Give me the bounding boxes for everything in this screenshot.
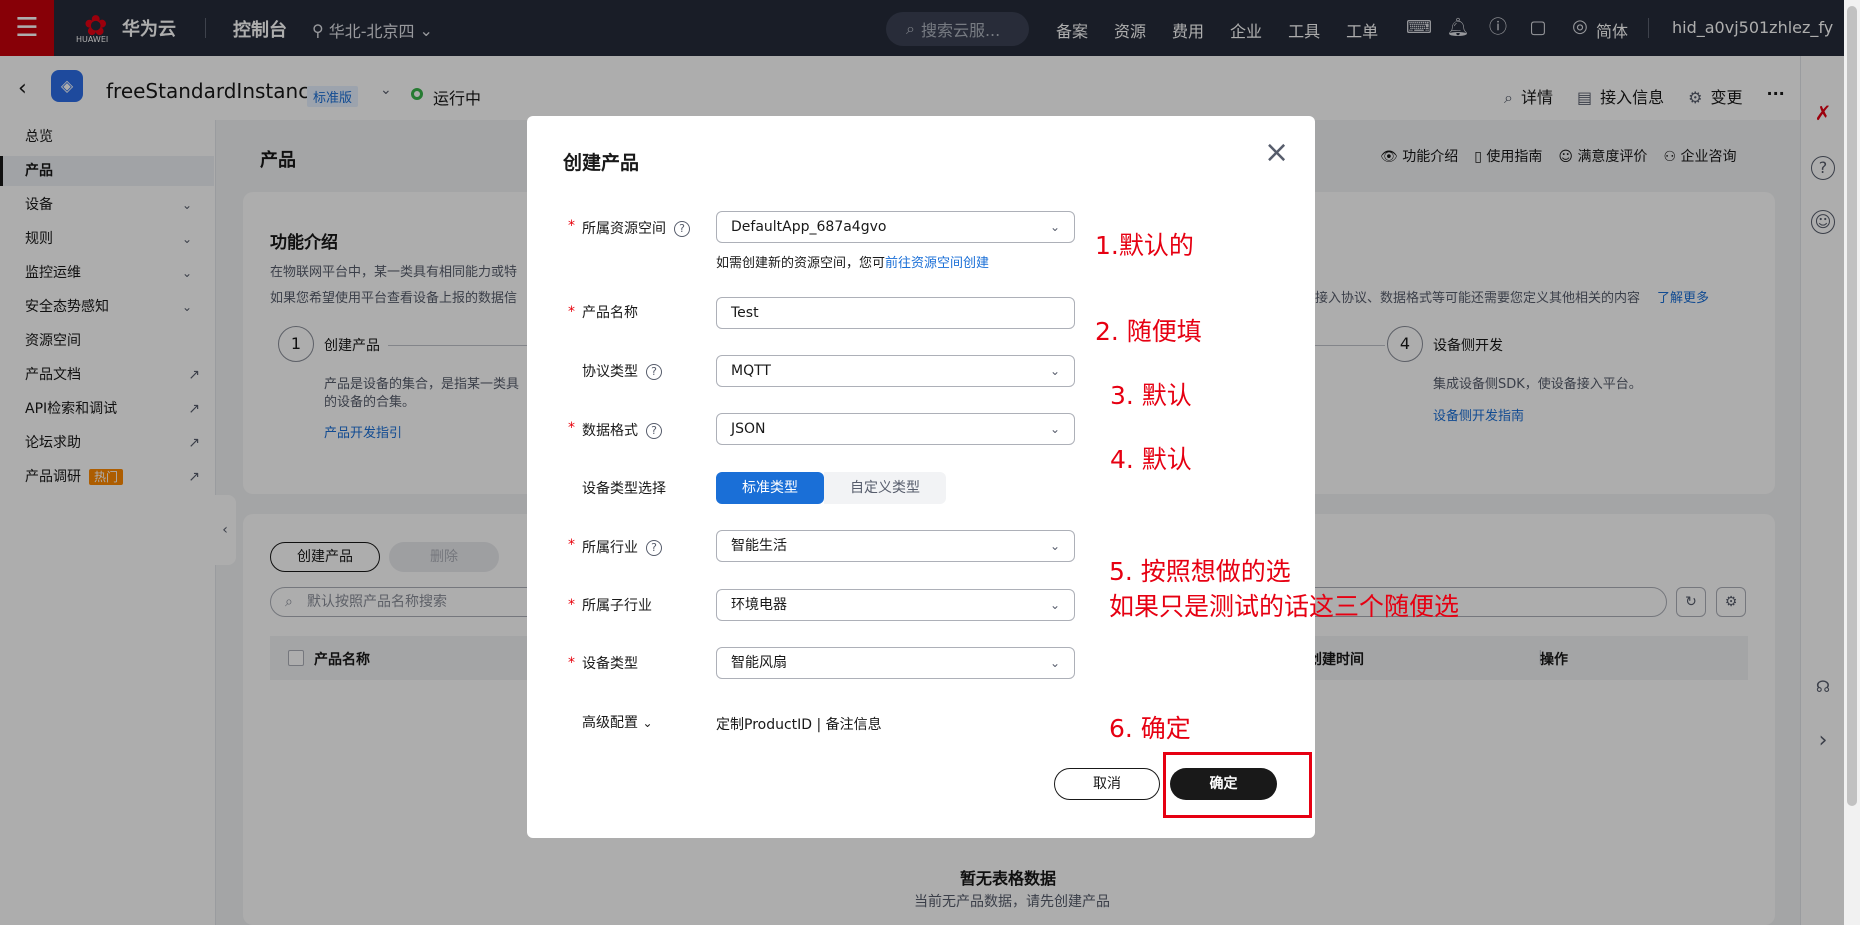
protocol-select[interactable]: MQTT ⌄ [716, 355, 1075, 387]
annotation-step-5-note: 如果只是测试的话这三个随便选 [1109, 592, 1460, 621]
required-mark: * [568, 655, 575, 671]
field-label-device-type-choice: 设备类型选择 [582, 481, 666, 497]
field-label-sub-industry: 所属子行业 [582, 598, 652, 614]
annotation-step-6: 6. 确定 [1109, 714, 1191, 743]
device-type-select[interactable]: 智能风扇 ⌄ [716, 647, 1075, 679]
product-name-input[interactable]: Test [716, 297, 1075, 329]
scrollbar-thumb[interactable] [1847, 6, 1857, 806]
chevron-down-icon: ⌄ [642, 716, 653, 730]
help-circle-icon[interactable]: ? [646, 364, 662, 380]
sub-industry-select[interactable]: 环境电器 ⌄ [716, 589, 1075, 621]
data-format-select[interactable]: JSON ⌄ [716, 413, 1075, 445]
confirm-highlight-box [1163, 752, 1312, 818]
help-circle-icon[interactable]: ? [646, 423, 662, 439]
field-label-data-format: 数据格式? [582, 420, 662, 440]
advanced-config-toggle[interactable]: 高级配置 ⌄ [582, 712, 653, 732]
dialog-title: 创建产品 [563, 152, 640, 174]
required-mark: * [568, 420, 575, 436]
help-circle-icon[interactable]: ? [646, 540, 662, 556]
field-label-device-type: 设备类型 [582, 656, 638, 672]
advanced-config-summary: 定制ProductID | 备注信息 [716, 717, 882, 733]
required-mark: * [568, 304, 575, 320]
field-label-industry: 所属行业? [582, 537, 662, 557]
required-mark: * [568, 218, 575, 234]
field-label-product-name: 产品名称 [582, 305, 638, 321]
chevron-down-icon: ⌄ [1049, 220, 1060, 234]
chevron-down-icon: ⌄ [1049, 656, 1060, 670]
required-mark: * [568, 537, 575, 553]
chevron-down-icon: ⌄ [1049, 598, 1060, 612]
annotation-step-1: 1.默认的 [1095, 231, 1194, 260]
cancel-button[interactable]: 取消 [1054, 768, 1160, 800]
close-icon[interactable]: × [1264, 138, 1289, 168]
annotation-step-3: 3. 默认 [1110, 381, 1192, 410]
industry-select[interactable]: 智能生活 ⌄ [716, 530, 1075, 562]
field-label-resource-space: 所属资源空间? [582, 218, 690, 238]
field-label-protocol: 协议类型? [582, 361, 662, 381]
resource-space-hint: 如需创建新的资源空间，您可前往资源空间创建 [716, 256, 990, 271]
annotation-step-4: 4. 默认 [1110, 445, 1192, 474]
page-scrollbar[interactable] [1844, 0, 1860, 925]
required-mark: * [568, 597, 575, 613]
standard-type-option[interactable]: 标准类型 [716, 472, 824, 504]
create-resource-space-link[interactable]: 前往资源空间创建 [885, 256, 989, 271]
chevron-down-icon: ⌄ [1049, 539, 1060, 553]
chevron-down-icon: ⌄ [1049, 364, 1060, 378]
custom-type-option[interactable]: 自定义类型 [824, 472, 946, 504]
help-circle-icon[interactable]: ? [674, 221, 690, 237]
create-product-dialog: 创建产品 × * 所属资源空间? DefaultApp_687a4gvo ⌄ 如需… [527, 116, 1315, 838]
resource-space-select[interactable]: DefaultApp_687a4gvo ⌄ [716, 211, 1075, 243]
annotation-step-2: 2. 随便填 [1095, 317, 1202, 346]
annotation-step-5: 5. 按照想做的选 [1109, 557, 1291, 586]
chevron-down-icon: ⌄ [1049, 422, 1060, 436]
